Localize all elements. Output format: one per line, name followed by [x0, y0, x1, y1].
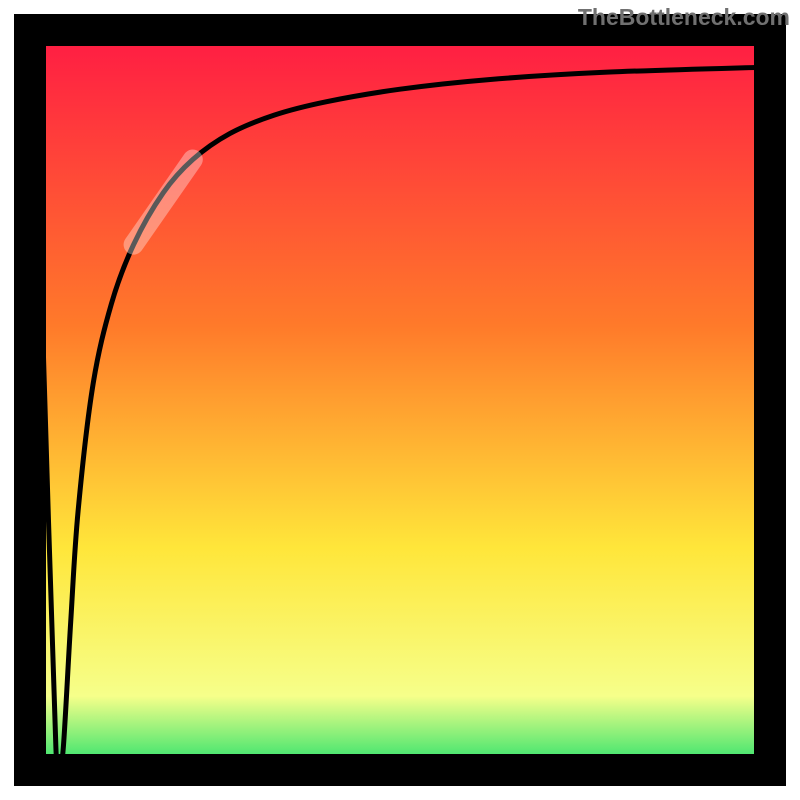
- chart-container: TheBottleneck.com: [0, 0, 800, 800]
- plot-background-gradient: [30, 30, 770, 770]
- attribution-label: TheBottleneck.com: [578, 4, 790, 31]
- bottleneck-chart: [0, 0, 800, 800]
